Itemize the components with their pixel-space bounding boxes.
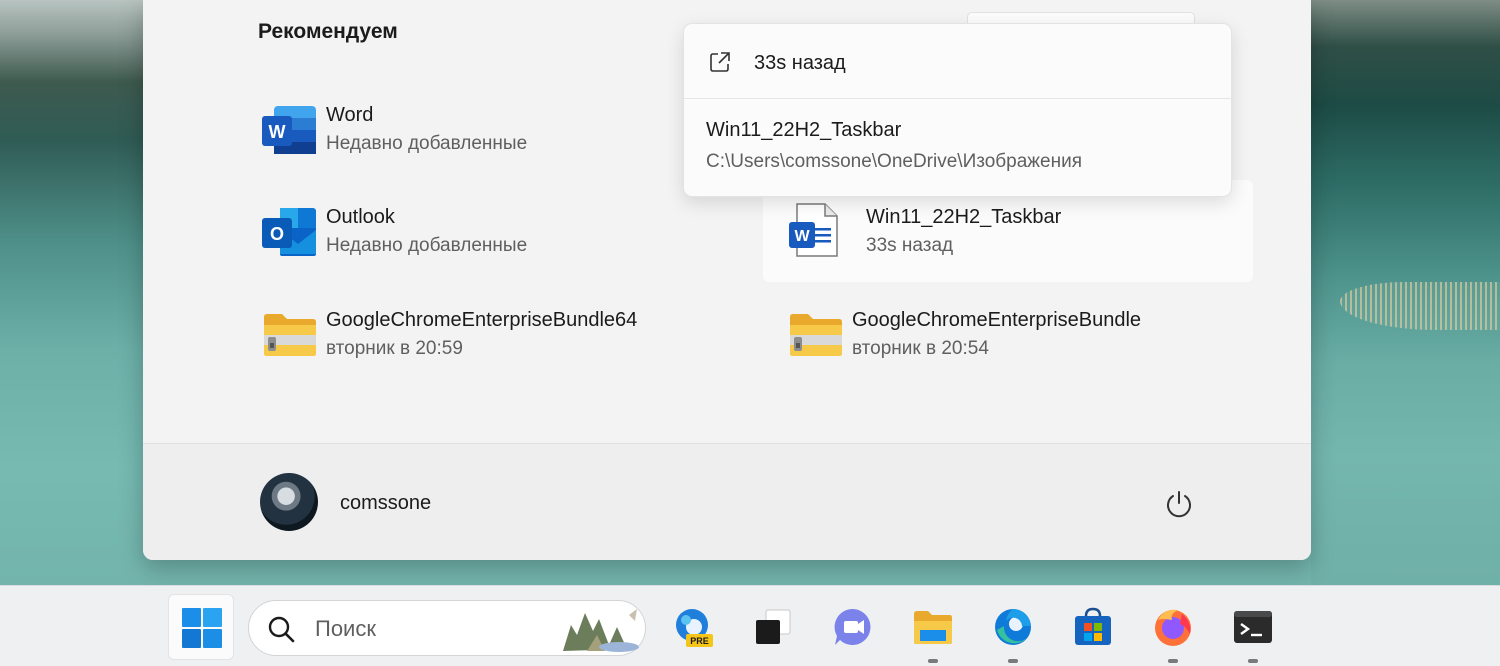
word-document-icon: W	[789, 203, 838, 257]
edge-copilot-pre-icon: PRE	[676, 609, 713, 647]
taskbar-microsoft-store[interactable]	[1060, 594, 1126, 660]
running-indicator	[928, 659, 938, 663]
popup-open-row[interactable]: 33s назад	[684, 24, 1231, 99]
user-name[interactable]: comssone	[340, 492, 431, 515]
store-icon	[1075, 607, 1111, 645]
recommended-item-subtitle: Недавно добавленные	[326, 133, 528, 154]
taskbar-firefox[interactable]	[1140, 594, 1206, 663]
recommended-item-word[interactable]: W Word Недавно добавленные	[244, 80, 734, 182]
recommended-item-name: GoogleChromeEnterpriseBundle64	[326, 309, 638, 331]
taskbar-edge[interactable]	[980, 594, 1046, 663]
recommended-item-name: Win11_22H2_Taskbar	[866, 206, 1062, 228]
terminal-icon	[1234, 611, 1272, 643]
outlook-icon: O	[262, 208, 316, 256]
power-button[interactable]	[1159, 484, 1199, 524]
recommended-item-subtitle: 33s назад	[866, 235, 954, 256]
running-indicator	[1168, 659, 1178, 663]
svg-text:O: O	[270, 224, 284, 244]
zip-folder-icon	[790, 314, 842, 356]
recommended-item-name: Outlook	[326, 206, 395, 228]
popup-open-label: 33s назад	[754, 52, 846, 74]
wallpaper-left	[0, 0, 143, 585]
recommended-item-chrome-bundle-64[interactable]: GoogleChromeEnterpriseBundle64 вторник в…	[244, 285, 734, 387]
running-indicator	[1008, 659, 1018, 663]
word-icon: W	[262, 106, 316, 154]
taskbar-copilot-pre[interactable]: PRE	[660, 594, 726, 660]
start-menu-footer: comssone	[143, 443, 1311, 560]
running-indicator	[1248, 659, 1258, 663]
recommended-title: Рекомендуем	[258, 20, 398, 43]
svg-text:W: W	[269, 122, 286, 142]
task-view-icon	[756, 609, 791, 644]
recommended-item-name: GoogleChromeEnterpriseBundle	[852, 309, 1142, 331]
recommended-item-subtitle: Недавно добавленные	[326, 235, 528, 256]
search-icon	[268, 616, 295, 643]
recommended-item-subtitle: вторник в 20:59	[326, 338, 463, 359]
windows-logo-icon	[182, 608, 222, 648]
edge-icon	[995, 609, 1031, 645]
zip-folder-icon	[264, 314, 316, 356]
recommended-item-subtitle: вторник в 20:54	[852, 338, 989, 359]
taskbar-search-box[interactable]: Поиск	[248, 600, 646, 656]
open-external-icon	[710, 52, 730, 72]
file-popup: 33s назад Win11_22H2_Taskbar C:\Users\co…	[683, 23, 1232, 197]
taskbar: Поиск PRE	[0, 585, 1500, 666]
pre-badge: PRE	[690, 636, 709, 646]
taskbar-teams-chat[interactable]	[820, 594, 886, 660]
firefox-icon	[1155, 609, 1191, 646]
recommended-item-name: Word	[326, 104, 374, 126]
teams-chat-icon	[834, 608, 871, 645]
recommended-item-outlook[interactable]: O Outlook Недавно добавленные	[244, 182, 734, 284]
search-placeholder: Поиск	[315, 616, 376, 641]
popup-file-name: Win11_22H2_Taskbar	[706, 119, 902, 141]
search-highlight-illustration	[563, 609, 639, 652]
svg-text:W: W	[794, 228, 810, 245]
popup-file-path: C:\Users\comssone\OneDrive\Изображения	[706, 151, 1082, 172]
power-icon	[1167, 491, 1191, 518]
taskbar-file-explorer[interactable]	[900, 594, 966, 663]
taskbar-terminal[interactable]	[1220, 594, 1286, 663]
start-button[interactable]	[168, 594, 234, 660]
folder-icon	[914, 611, 952, 644]
taskbar-task-view[interactable]	[740, 594, 806, 660]
avatar[interactable]	[260, 473, 318, 531]
recommended-item-chrome-bundle[interactable]: GoogleChromeEnterpriseBundle вторник в 2…	[770, 285, 1260, 387]
